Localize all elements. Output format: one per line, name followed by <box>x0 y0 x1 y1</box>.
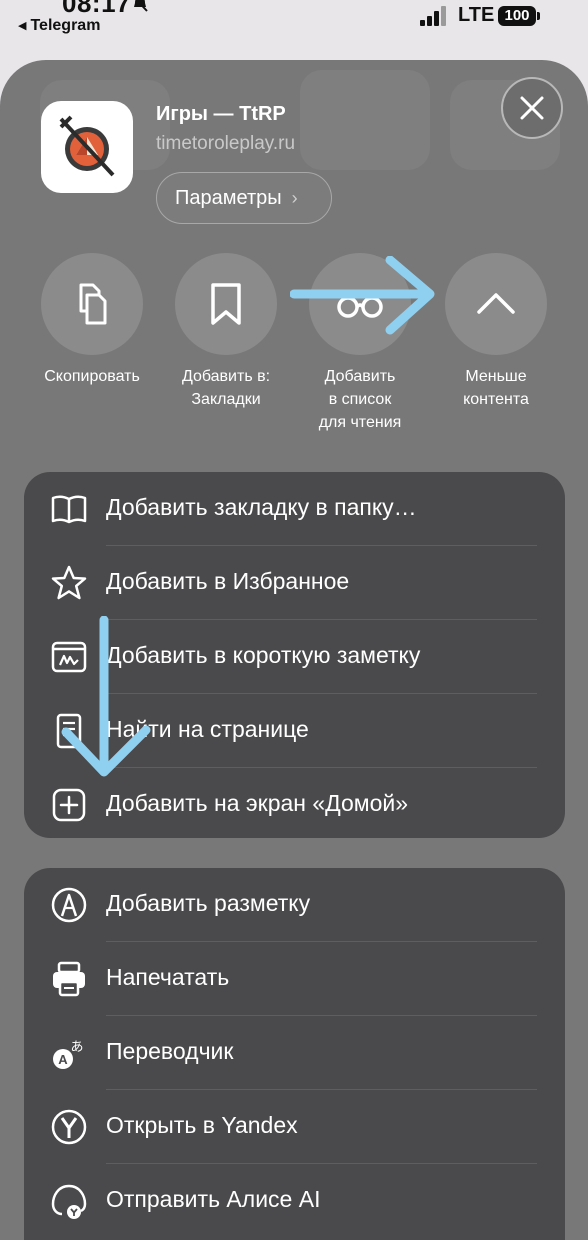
printer-icon <box>53 961 85 997</box>
cellular-signal-icon <box>420 6 446 26</box>
menu-print[interactable]: Напечатать <box>24 942 565 1016</box>
bookmark-icon <box>211 283 241 325</box>
star-icon <box>51 565 87 600</box>
action-reading-list-label: Добавить в список для чтения <box>318 368 402 431</box>
parameters-button[interactable]: Параметры › <box>156 172 332 224</box>
back-app-label: Telegram <box>30 17 101 34</box>
copy-icon <box>79 283 107 325</box>
action-copy-label: Скопировать <box>44 368 140 385</box>
menu-label: Открыть в Yandex <box>106 1112 298 1138</box>
share-sheet: Игры — TtRP timetoroleplay.ru Параметры … <box>0 60 588 1240</box>
menu-label: Добавить закладку в папку… <box>106 494 417 520</box>
bell-slash-icon <box>134 0 148 12</box>
menu-label: Напечатать <box>106 964 230 990</box>
svg-text:あ: あ <box>70 1040 83 1055</box>
menu-send-to-alice[interactable]: Отправить Алисе AI <box>24 1164 565 1238</box>
chevron-right-icon: › <box>291 187 298 208</box>
menu-add-favorites[interactable]: Добавить в Избранное <box>24 546 565 620</box>
menu-translator[interactable]: A あ Переводчик <box>24 1016 565 1090</box>
menu-label: Переводчик <box>106 1038 234 1064</box>
parameters-label: Параметры <box>175 186 282 209</box>
markup-pen-icon <box>51 887 87 923</box>
action-add-bookmark[interactable]: Добавить в: Закладки <box>158 253 294 411</box>
svg-text:A: A <box>58 1052 68 1067</box>
site-icon <box>41 101 133 193</box>
menu-group-secondary: Добавить разметку Напечатать A あ Перевод… <box>24 868 565 1240</box>
menu-label: Отправить Алисе AI <box>106 1186 321 1212</box>
battery-nub <box>537 12 540 20</box>
site-url: timetoroleplay.ru <box>156 133 296 154</box>
action-copy[interactable]: Скопировать <box>24 253 160 388</box>
action-bookmark-circle[interactable] <box>175 253 277 355</box>
battery-indicator: 100 <box>498 6 536 26</box>
menu-add-bookmark-folder[interactable]: Добавить закладку в папку… <box>24 472 565 546</box>
menu-label: Добавить на экран «Домой» <box>106 790 409 816</box>
close-icon <box>520 96 544 120</box>
menu-add-markup[interactable]: Добавить разметку <box>24 868 565 942</box>
chevron-up-icon <box>477 293 515 314</box>
action-less-content-circle[interactable] <box>445 253 547 355</box>
close-button[interactable] <box>501 77 563 139</box>
action-copy-circle[interactable] <box>41 253 143 355</box>
action-less-content-label: Меньше контента <box>463 368 529 408</box>
status-bar: 08:17 ◀ Telegram LTE 100 <box>0 0 588 56</box>
action-bookmark-label: Добавить в: Закладки <box>181 368 271 408</box>
action-less-content[interactable]: Меньше контента <box>428 253 564 411</box>
plus-square-icon <box>52 788 86 822</box>
annotation-arrow-down-icon <box>61 616 151 777</box>
site-title: Игры — TtRP <box>156 103 286 125</box>
menu-open-in-yandex[interactable]: Открыть в Yandex <box>24 1090 565 1164</box>
annotation-arrow-right-icon <box>290 256 435 335</box>
back-triangle-icon: ◀ <box>18 20 27 32</box>
network-type: LTE <box>458 4 495 26</box>
translate-icon: A あ <box>53 1040 84 1069</box>
background-blur <box>300 70 430 170</box>
book-icon <box>51 495 87 524</box>
menu-label: Добавить в Избранное <box>106 568 350 594</box>
menu-label: Добавить разметку <box>106 890 311 916</box>
site-logo-icon <box>59 115 115 177</box>
yandex-icon <box>51 1109 87 1145</box>
back-to-app-link[interactable]: ◀ Telegram <box>18 17 100 35</box>
alice-icon <box>51 1184 87 1219</box>
